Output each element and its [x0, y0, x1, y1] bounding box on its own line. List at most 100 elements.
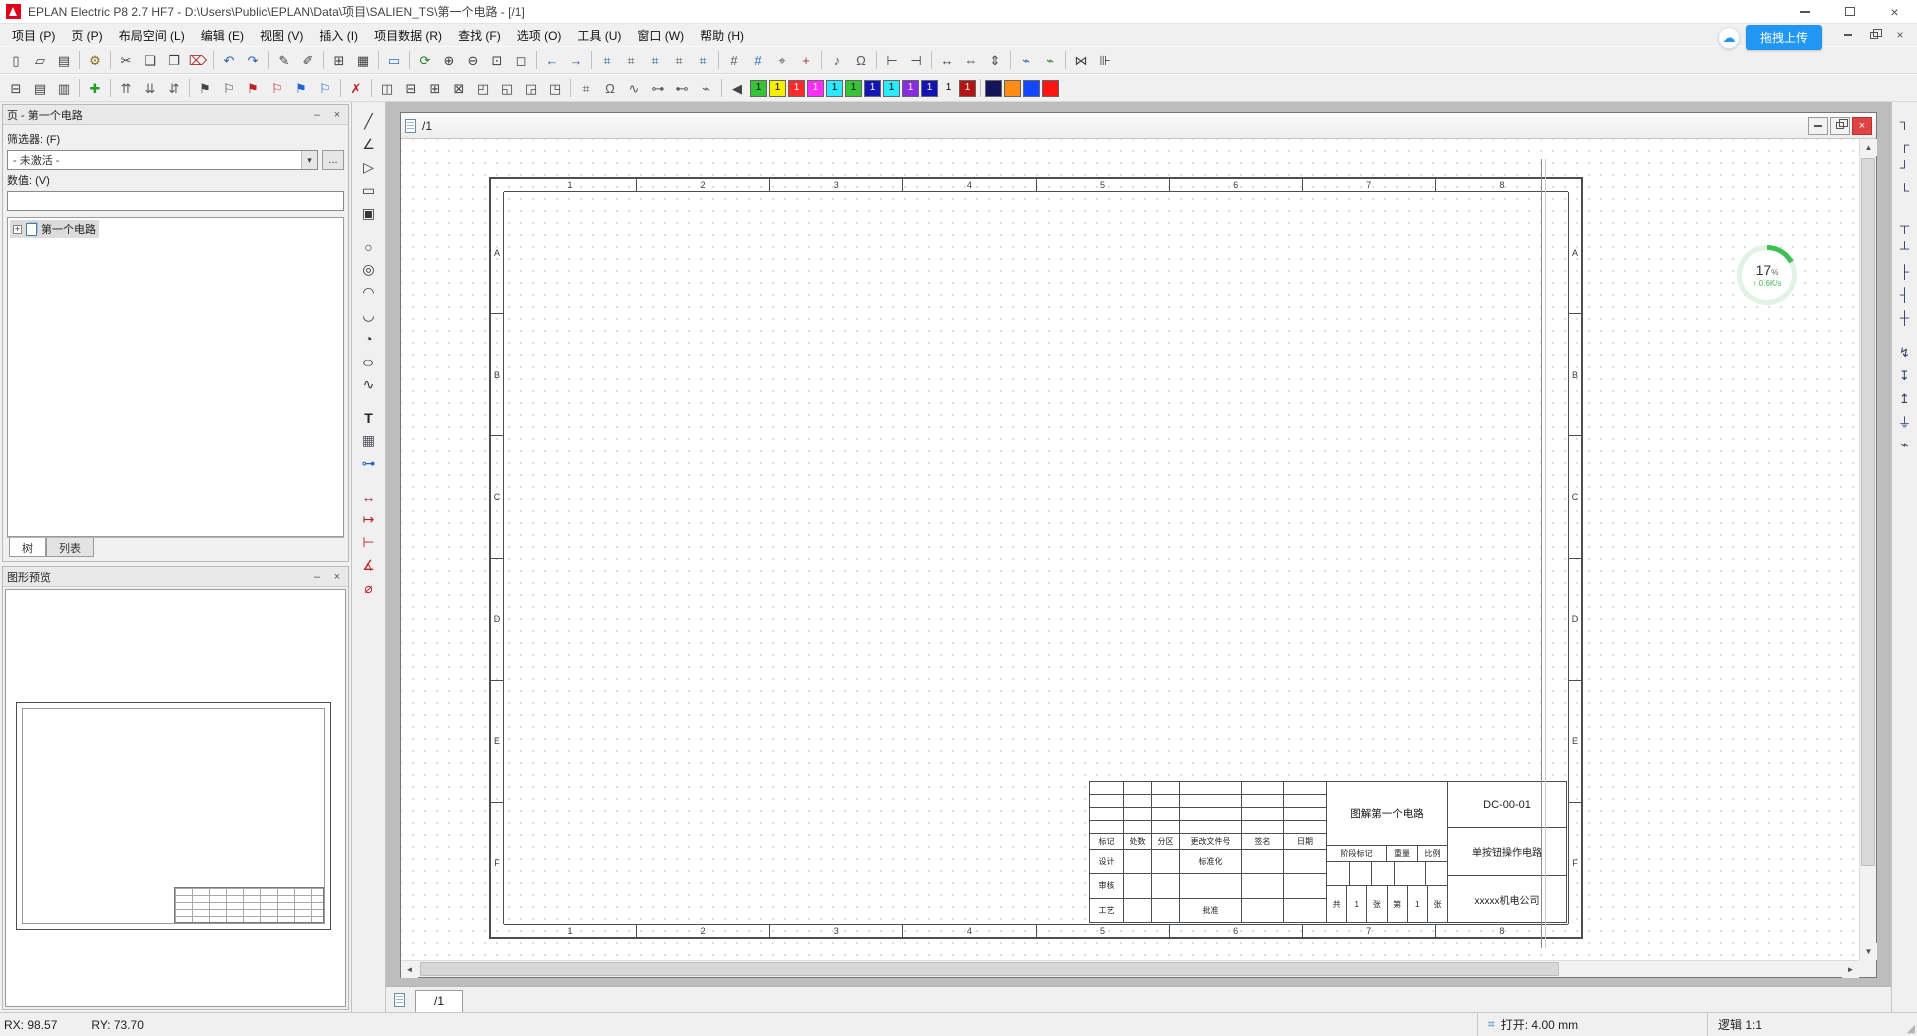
page-window-minimize-button[interactable]: [1808, 117, 1828, 135]
layer-swatch-50[interactable]: [1004, 80, 1021, 97]
text-tool-button[interactable]: T: [357, 406, 381, 429]
go-back-button[interactable]: ←: [540, 49, 564, 71]
filter-browse-button[interactable]: ...: [322, 150, 344, 170]
tab-list[interactable]: 列表: [46, 538, 94, 557]
symbol-crossed-button[interactable]: ⊠: [447, 77, 471, 99]
scroll-down-button[interactable]: ▼: [1860, 943, 1877, 960]
menu-layout-space[interactable]: 布局空间 (L): [111, 25, 193, 46]
insert-symbol-button[interactable]: ⋈: [1069, 49, 1093, 71]
horizontal-scrollbar[interactable]: ◄ ►: [401, 960, 1859, 977]
panel-minimize-button[interactable]: –: [310, 108, 324, 122]
layer-swatch-37[interactable]: 1: [769, 80, 786, 97]
redo-button[interactable]: ↷: [241, 49, 265, 71]
layer-back-button[interactable]: ◀: [725, 77, 749, 99]
menu-utilities[interactable]: 工具 (U): [569, 25, 629, 46]
settings-button[interactable]: ⚙: [83, 49, 107, 71]
polyline-tool-button[interactable]: ∠: [357, 133, 381, 156]
device-resistor-button[interactable]: Ω: [598, 77, 622, 99]
spline-tool-button[interactable]: ∿: [357, 373, 381, 396]
menu-help[interactable]: 帮助 (H): [692, 25, 752, 46]
page-window-titlebar[interactable]: /1 ×: [401, 113, 1876, 139]
new-page-button[interactable]: ▯: [4, 49, 28, 71]
copy-button[interactable]: ❏: [138, 49, 162, 71]
symbol-box-button[interactable]: ⊟: [399, 77, 423, 99]
device-link-2-button[interactable]: ⊷: [670, 77, 694, 99]
layer-swatch-44[interactable]: 1: [902, 80, 919, 97]
mdi-restore-button[interactable]: [1867, 28, 1881, 42]
break-point-button[interactable]: ↯: [1894, 341, 1916, 364]
t-node-left-button[interactable]: ┤: [1894, 283, 1916, 306]
zoom-fit-button[interactable]: ◻: [509, 49, 533, 71]
window-minimize-button[interactable]: [1782, 0, 1827, 23]
panel-close-button[interactable]: ×: [330, 108, 344, 122]
sort-ascending-button[interactable]: ⇈: [114, 77, 138, 99]
rectangle-center-tool-button[interactable]: ▣: [357, 202, 381, 225]
flag-marker-5-button[interactable]: ⚑: [289, 77, 313, 99]
page-window-close-button[interactable]: ×: [1852, 117, 1872, 135]
vertical-scrollbar[interactable]: ▲ ▼: [1859, 139, 1876, 960]
grid-2-button[interactable]: ⌗: [619, 49, 643, 71]
dimension-continued-tool-button[interactable]: ↦: [357, 508, 381, 531]
menu-project-data[interactable]: 项目数据 (R): [366, 25, 450, 46]
layer-swatch-47[interactable]: 1: [959, 80, 976, 97]
device-link-button[interactable]: ⊶: [646, 77, 670, 99]
arc-tool-button[interactable]: ◠: [357, 281, 381, 304]
page-tab-1[interactable]: /1: [415, 990, 463, 1012]
dimension-radius-tool-button[interactable]: ⌀: [357, 577, 381, 600]
vertical-scroll-thumb[interactable]: [1861, 158, 1875, 866]
page-navigator-button[interactable]: ⊟: [4, 77, 28, 99]
layout-space-navigator-button[interactable]: ▥: [52, 77, 76, 99]
menu-insert[interactable]: 插入 (I): [311, 25, 366, 46]
open-project-button[interactable]: ▱: [28, 49, 52, 71]
cancel-action-button[interactable]: ✗: [344, 77, 368, 99]
preview-page-thumbnail[interactable]: [16, 702, 331, 930]
align-right-button[interactable]: ⊣: [904, 49, 928, 71]
device-wave-button[interactable]: ∿: [622, 77, 646, 99]
resize-grip-icon[interactable]: ◢: [1897, 1013, 1917, 1036]
print-button[interactable]: ▤: [52, 49, 76, 71]
jump-graphic-button[interactable]: ♪: [825, 49, 849, 71]
t-node-right-button[interactable]: ├: [1894, 260, 1916, 283]
flag-marker-6-button[interactable]: ⚐: [313, 77, 337, 99]
symbol-corner-3-button[interactable]: ◲: [519, 77, 543, 99]
refresh-button[interactable]: ⟳: [413, 49, 437, 71]
flag-marker-1-button[interactable]: ⚑: [193, 77, 217, 99]
tree-item-project[interactable]: + 第一个电路: [10, 220, 99, 238]
undo-button[interactable]: ↶: [217, 49, 241, 71]
grid-snap-button[interactable]: #: [722, 49, 746, 71]
connection-symbol-button[interactable]: ⌁: [1894, 433, 1916, 456]
dimension-linear-tool-button[interactable]: ↔: [357, 485, 381, 508]
zoom-out-button[interactable]: ⊖: [461, 49, 485, 71]
hyperlink-tool-button[interactable]: ⊶: [357, 452, 381, 475]
move-button[interactable]: ↔: [935, 49, 959, 71]
rectangle-tool-button[interactable]: ▭: [357, 179, 381, 202]
layer-swatch-41[interactable]: 1: [845, 80, 862, 97]
symbol-corner-4-button[interactable]: ◳: [543, 77, 567, 99]
symbol-window-button[interactable]: ⊞: [423, 77, 447, 99]
grid-4-button[interactable]: ⌗: [667, 49, 691, 71]
angle-down-right-button[interactable]: ┌: [1894, 133, 1916, 156]
layer-swatch-51[interactable]: [1023, 80, 1040, 97]
horizontal-scroll-thumb[interactable]: [420, 962, 1559, 976]
mdi-close-button[interactable]: ×: [1893, 28, 1907, 42]
flag-marker-3-button[interactable]: ⚑: [241, 77, 265, 99]
insert-macro-button[interactable]: ⊪: [1093, 49, 1117, 71]
grid-5-button[interactable]: ⌗: [691, 49, 715, 71]
device-lightning-button[interactable]: ⌁: [694, 77, 718, 99]
scroll-left-button[interactable]: ◄: [401, 961, 418, 978]
tab-tree[interactable]: 树: [9, 538, 46, 557]
panel-minimize-button[interactable]: –: [310, 570, 324, 584]
flag-marker-2-button[interactable]: ⚐: [217, 77, 241, 99]
insert-table-button[interactable]: ▦: [351, 49, 375, 71]
menu-project[interactable]: 项目 (P): [4, 25, 63, 46]
angle-down-left-button[interactable]: ┐: [1894, 110, 1916, 133]
menu-view[interactable]: 视图 (V): [252, 25, 311, 46]
line-tool-button[interactable]: ╱: [357, 110, 381, 133]
window-maximize-button[interactable]: [1827, 0, 1872, 23]
scroll-right-button[interactable]: ►: [1842, 961, 1859, 978]
zoom-window-button[interactable]: ⊡: [485, 49, 509, 71]
symbol-corner-1-button[interactable]: ◰: [471, 77, 495, 99]
mdi-minimize-button[interactable]: [1841, 28, 1855, 42]
layer-swatch-39[interactable]: 1: [807, 80, 824, 97]
device-ohm-button[interactable]: Ω: [849, 49, 873, 71]
